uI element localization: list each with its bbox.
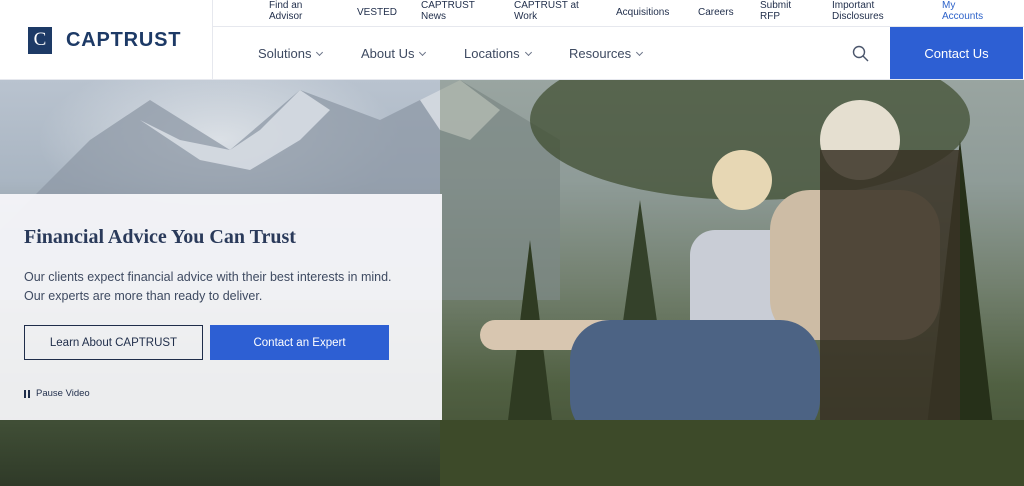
chevron-down-icon: [636, 48, 644, 56]
couple-in-chairs-image: [440, 80, 1024, 486]
logo[interactable]: C CAPTRUST: [0, 0, 213, 80]
nav-locations[interactable]: Locations: [464, 46, 532, 61]
contact-us-button[interactable]: Contact Us: [890, 27, 1023, 79]
hero-title: Financial Advice You Can Trust: [24, 226, 296, 248]
util-captrust-at-work[interactable]: CAPTRUST at Work: [514, 0, 579, 22]
contact-expert-button[interactable]: Contact an Expert: [210, 325, 389, 360]
logo-mark: C: [28, 26, 52, 54]
learn-about-button[interactable]: Learn About CAPTRUST: [24, 325, 203, 360]
logo-text: CAPTRUST: [66, 28, 182, 51]
util-captrust-news[interactable]: CAPTRUST News: [421, 0, 475, 22]
search-icon[interactable]: [851, 44, 871, 64]
utility-nav: Find an Advisor VESTED CAPTRUST News CAPTR…: [213, 0, 1024, 27]
main-nav: Solutions About Us Locations Resources: [213, 27, 890, 80]
chevron-down-icon: [316, 48, 324, 56]
nav-about-us[interactable]: About Us: [361, 46, 427, 61]
util-vested[interactable]: VESTED: [357, 7, 397, 18]
util-careers[interactable]: Careers: [698, 7, 734, 18]
nav-resources[interactable]: Resources: [569, 46, 644, 61]
pause-video-label: Pause Video: [36, 388, 90, 399]
hero-video: Financial Advice You Can Trust Our clien…: [0, 80, 1024, 486]
pause-icon: [24, 389, 30, 398]
util-acquisitions[interactable]: Acquisitions: [616, 7, 669, 18]
site-header: C CAPTRUST Find an Advisor VESTED CAPTRUS…: [0, 0, 1024, 80]
chevron-down-icon: [419, 48, 427, 56]
util-find-advisor[interactable]: Find an Advisor: [269, 0, 302, 22]
util-important-disclosures[interactable]: Important Disclosures: [832, 0, 884, 22]
chevron-down-icon: [524, 48, 532, 56]
pause-video-button[interactable]: Pause Video: [24, 388, 90, 399]
nav-solutions[interactable]: Solutions: [258, 46, 324, 61]
util-submit-rfp[interactable]: Submit RFP: [760, 0, 791, 22]
hero-description: Our clients expect financial advice with…: [24, 270, 392, 303]
hero-panel: Financial Advice You Can Trust Our clien…: [0, 194, 442, 420]
util-my-accounts[interactable]: My Accounts: [942, 0, 983, 22]
